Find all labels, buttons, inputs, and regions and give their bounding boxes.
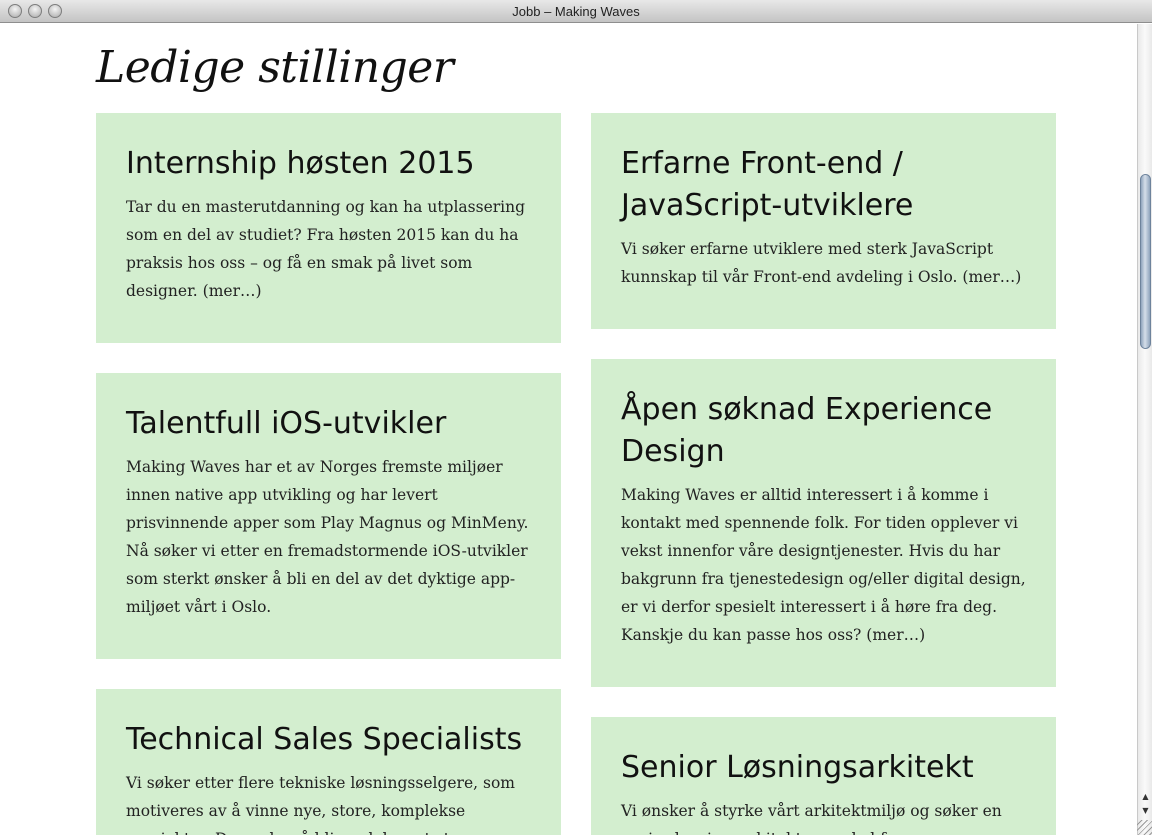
scroll-up-icon[interactable]: ▲ <box>1138 790 1152 804</box>
job-card[interactable]: Internship høsten 2015 Tar du en masteru… <box>96 113 561 343</box>
job-card[interactable]: Technical Sales Specialists Vi søker ett… <box>96 689 561 835</box>
vertical-scrollbar[interactable]: ▲ ▼ <box>1137 24 1152 835</box>
job-description: Making Waves har et av Norges fremste mi… <box>126 458 529 616</box>
job-card[interactable]: Erfarne Front-end / JavaScript-utviklere… <box>591 113 1056 329</box>
job-description: Tar du en masterutdanning og kan ha utpl… <box>126 198 526 300</box>
job-description: Vi søker erfarne utviklere med sterk Jav… <box>621 240 1022 286</box>
job-description: Vi ønsker å styrke vårt arkitektmiljø og… <box>621 802 1002 835</box>
window-title: Jobb – Making Waves <box>512 4 640 19</box>
job-title[interactable]: Senior Løsningsarkitekt <box>621 747 1026 789</box>
window-titlebar: Jobb – Making Waves <box>0 0 1152 23</box>
job-title[interactable]: Internship høsten 2015 <box>126 143 531 185</box>
read-more-link[interactable]: (mer…) <box>203 282 262 300</box>
page-title: Ledige stillinger <box>96 42 454 93</box>
read-more-link[interactable]: (mer…) <box>866 626 925 644</box>
job-title[interactable]: Åpen søknad Experience Design <box>621 389 1026 473</box>
job-card[interactable]: Åpen søknad Experience Design Making Wav… <box>591 359 1056 687</box>
job-description: Making Waves er alltid interessert i å k… <box>621 486 1026 644</box>
job-card[interactable]: Senior Løsningsarkitekt Vi ønsker å styr… <box>591 717 1056 835</box>
scrollbar-thumb[interactable] <box>1140 174 1151 349</box>
read-more-link[interactable]: (mer…) <box>962 268 1021 286</box>
job-title[interactable]: Erfarne Front-end / JavaScript-utviklere <box>621 143 1026 227</box>
job-title[interactable]: Talentfull iOS-utvikler <box>126 403 531 445</box>
job-card[interactable]: Talentfull iOS-utvikler Making Waves har… <box>96 373 561 659</box>
scroll-down-icon[interactable]: ▼ <box>1138 804 1152 818</box>
resize-grip-icon[interactable] <box>1137 820 1152 835</box>
job-description: Vi søker etter flere tekniske løsningsse… <box>126 774 515 835</box>
job-title[interactable]: Technical Sales Specialists <box>126 719 531 761</box>
